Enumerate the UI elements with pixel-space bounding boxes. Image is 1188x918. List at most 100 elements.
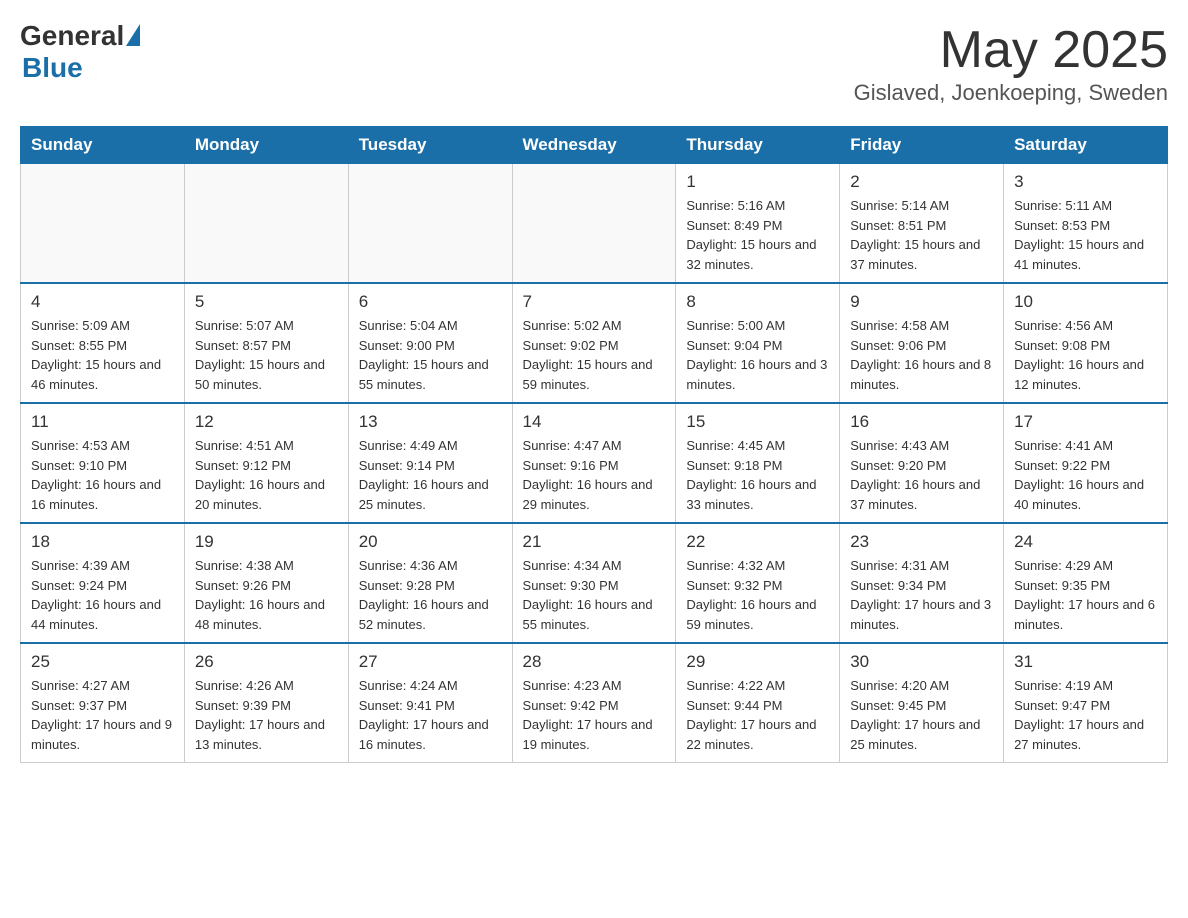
calendar-cell: 6Sunrise: 5:04 AM Sunset: 9:00 PM Daylig… <box>348 283 512 403</box>
day-number: 21 <box>523 532 666 552</box>
day-number: 27 <box>359 652 502 672</box>
day-header-saturday: Saturday <box>1004 127 1168 164</box>
day-info: Sunrise: 4:32 AM Sunset: 9:32 PM Dayligh… <box>686 556 829 634</box>
calendar-cell: 10 Sunrise: 4:56 AM Sunset: 9:08 PM Dayli… <box>1004 283 1168 403</box>
day-header-tuesday: Tuesday <box>348 127 512 164</box>
day-number: 31 <box>1014 652 1157 672</box>
day-number: 5 <box>195 292 338 312</box>
day-number: 4 <box>31 292 174 312</box>
calendar-cell: 9 Sunrise: 4:58 AM Sunset: 9:06 PM Daylig… <box>840 283 1004 403</box>
calendar-cell: 22 Sunrise: 4:32 AM Sunset: 9:32 PM Dayli… <box>676 523 840 643</box>
day-info: Sunrise: 4:56 AM Sunset: 9:08 PM Dayligh… <box>1014 316 1157 394</box>
logo-blue-text: Blue <box>22 52 83 84</box>
calendar-cell <box>21 164 185 284</box>
location-title: Gislaved, Joenkoeping, Sweden <box>854 80 1168 106</box>
day-number: 12 <box>195 412 338 432</box>
calendar-table: SundayMondayTuesdayWednesdayThursdayFrid… <box>20 126 1168 763</box>
day-number: 20 <box>359 532 502 552</box>
day-info: Sunrise: 5:02 AM Sunset: 9:02 PM Dayligh… <box>523 316 666 394</box>
day-info: Sunrise: 4:23 AM Sunset: 9:42 PM Dayligh… <box>523 676 666 754</box>
calendar-week-3: 11 Sunrise: 4:53 AM Sunset: 9:10 PM Dayli… <box>21 403 1168 523</box>
calendar-cell: 4 Sunrise: 5:09 AM Sunset: 8:55 PM Daylig… <box>21 283 185 403</box>
calendar-week-5: 25 Sunrise: 4:27 AM Sunset: 9:37 PM Dayli… <box>21 643 1168 763</box>
day-number: 17 <box>1014 412 1157 432</box>
day-number: 13 <box>359 412 502 432</box>
day-info: Sunrise: 4:53 AM Sunset: 9:10 PM Dayligh… <box>31 436 174 514</box>
day-number: 19 <box>195 532 338 552</box>
calendar-cell: 26Sunrise: 4:26 AM Sunset: 9:39 PM Dayli… <box>184 643 348 763</box>
calendar-cell: 3Sunrise: 5:11 AM Sunset: 8:53 PM Daylig… <box>1004 164 1168 284</box>
calendar-cell: 1 Sunrise: 5:16 AM Sunset: 8:49 PM Daylig… <box>676 164 840 284</box>
day-number: 9 <box>850 292 993 312</box>
day-number: 23 <box>850 532 993 552</box>
calendar-cell <box>184 164 348 284</box>
day-number: 7 <box>523 292 666 312</box>
day-info: Sunrise: 5:09 AM Sunset: 8:55 PM Dayligh… <box>31 316 174 394</box>
page-header: General Blue May 2025 Gislaved, Joenkoep… <box>20 20 1168 106</box>
calendar-cell: 11 Sunrise: 4:53 AM Sunset: 9:10 PM Dayli… <box>21 403 185 523</box>
day-info: Sunrise: 4:51 AM Sunset: 9:12 PM Dayligh… <box>195 436 338 514</box>
day-info: Sunrise: 5:00 AM Sunset: 9:04 PM Dayligh… <box>686 316 829 394</box>
day-info: Sunrise: 4:29 AM Sunset: 9:35 PM Dayligh… <box>1014 556 1157 634</box>
calendar-cell: 16 Sunrise: 4:43 AM Sunset: 9:20 PM Dayli… <box>840 403 1004 523</box>
day-number: 30 <box>850 652 993 672</box>
logo: General Blue <box>20 20 140 84</box>
day-info: Sunrise: 4:41 AM Sunset: 9:22 PM Dayligh… <box>1014 436 1157 514</box>
calendar-cell: 2 Sunrise: 5:14 AM Sunset: 8:51 PM Daylig… <box>840 164 1004 284</box>
day-number: 25 <box>31 652 174 672</box>
day-number: 11 <box>31 412 174 432</box>
calendar-week-4: 18Sunrise: 4:39 AM Sunset: 9:24 PM Dayli… <box>21 523 1168 643</box>
calendar-cell: 8 Sunrise: 5:00 AM Sunset: 9:04 PM Daylig… <box>676 283 840 403</box>
title-section: May 2025 Gislaved, Joenkoeping, Sweden <box>854 20 1168 106</box>
day-info: Sunrise: 5:14 AM Sunset: 8:51 PM Dayligh… <box>850 196 993 274</box>
day-info: Sunrise: 4:43 AM Sunset: 9:20 PM Dayligh… <box>850 436 993 514</box>
calendar-cell: 20 Sunrise: 4:36 AM Sunset: 9:28 PM Dayli… <box>348 523 512 643</box>
day-info: Sunrise: 4:26 AM Sunset: 9:39 PM Dayligh… <box>195 676 338 754</box>
day-number: 2 <box>850 172 993 192</box>
calendar-cell: 7 Sunrise: 5:02 AM Sunset: 9:02 PM Daylig… <box>512 283 676 403</box>
day-number: 3 <box>1014 172 1157 192</box>
day-header-monday: Monday <box>184 127 348 164</box>
day-header-wednesday: Wednesday <box>512 127 676 164</box>
header-row: SundayMondayTuesdayWednesdayThursdayFrid… <box>21 127 1168 164</box>
day-number: 22 <box>686 532 829 552</box>
calendar-cell: 14 Sunrise: 4:47 AM Sunset: 9:16 PM Dayli… <box>512 403 676 523</box>
calendar-cell: 12 Sunrise: 4:51 AM Sunset: 9:12 PM Dayli… <box>184 403 348 523</box>
calendar-cell: 5Sunrise: 5:07 AM Sunset: 8:57 PM Daylig… <box>184 283 348 403</box>
calendar-cell: 18Sunrise: 4:39 AM Sunset: 9:24 PM Dayli… <box>21 523 185 643</box>
day-info: Sunrise: 4:38 AM Sunset: 9:26 PM Dayligh… <box>195 556 338 634</box>
day-number: 28 <box>523 652 666 672</box>
calendar-cell: 19 Sunrise: 4:38 AM Sunset: 9:26 PM Dayli… <box>184 523 348 643</box>
calendar-week-2: 4 Sunrise: 5:09 AM Sunset: 8:55 PM Daylig… <box>21 283 1168 403</box>
calendar-cell: 13 Sunrise: 4:49 AM Sunset: 9:14 PM Dayli… <box>348 403 512 523</box>
day-number: 10 <box>1014 292 1157 312</box>
day-info: Sunrise: 4:49 AM Sunset: 9:14 PM Dayligh… <box>359 436 502 514</box>
day-number: 16 <box>850 412 993 432</box>
calendar-cell: 27Sunrise: 4:24 AM Sunset: 9:41 PM Dayli… <box>348 643 512 763</box>
calendar-cell: 25 Sunrise: 4:27 AM Sunset: 9:37 PM Dayli… <box>21 643 185 763</box>
calendar-cell: 30 Sunrise: 4:20 AM Sunset: 9:45 PM Dayli… <box>840 643 1004 763</box>
calendar-week-1: 1 Sunrise: 5:16 AM Sunset: 8:49 PM Daylig… <box>21 164 1168 284</box>
calendar-cell: 24 Sunrise: 4:29 AM Sunset: 9:35 PM Dayli… <box>1004 523 1168 643</box>
day-info: Sunrise: 4:45 AM Sunset: 9:18 PM Dayligh… <box>686 436 829 514</box>
day-info: Sunrise: 4:34 AM Sunset: 9:30 PM Dayligh… <box>523 556 666 634</box>
month-title: May 2025 <box>854 20 1168 80</box>
day-number: 24 <box>1014 532 1157 552</box>
day-info: Sunrise: 4:36 AM Sunset: 9:28 PM Dayligh… <box>359 556 502 634</box>
day-header-sunday: Sunday <box>21 127 185 164</box>
day-number: 6 <box>359 292 502 312</box>
day-number: 14 <box>523 412 666 432</box>
day-info: Sunrise: 5:16 AM Sunset: 8:49 PM Dayligh… <box>686 196 829 274</box>
day-number: 8 <box>686 292 829 312</box>
calendar-cell: 23 Sunrise: 4:31 AM Sunset: 9:34 PM Dayli… <box>840 523 1004 643</box>
day-info: Sunrise: 4:47 AM Sunset: 9:16 PM Dayligh… <box>523 436 666 514</box>
day-number: 15 <box>686 412 829 432</box>
calendar-cell: 28 Sunrise: 4:23 AM Sunset: 9:42 PM Dayli… <box>512 643 676 763</box>
day-info: Sunrise: 4:31 AM Sunset: 9:34 PM Dayligh… <box>850 556 993 634</box>
day-info: Sunrise: 4:27 AM Sunset: 9:37 PM Dayligh… <box>31 676 174 754</box>
day-info: Sunrise: 4:58 AM Sunset: 9:06 PM Dayligh… <box>850 316 993 394</box>
day-number: 18 <box>31 532 174 552</box>
calendar-cell: 31Sunrise: 4:19 AM Sunset: 9:47 PM Dayli… <box>1004 643 1168 763</box>
day-info: Sunrise: 4:20 AM Sunset: 9:45 PM Dayligh… <box>850 676 993 754</box>
day-number: 1 <box>686 172 829 192</box>
